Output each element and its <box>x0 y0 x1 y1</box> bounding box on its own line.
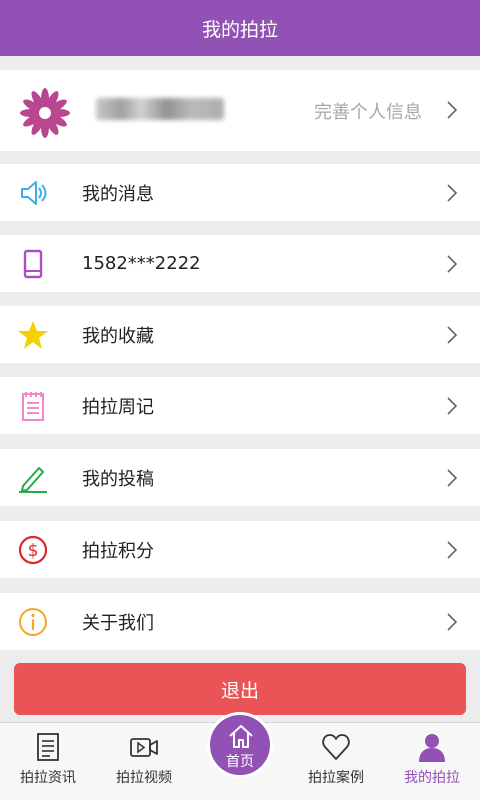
notepad-icon <box>16 390 50 422</box>
chevron-right-icon <box>447 469 458 487</box>
tab-home[interactable]: 首页 <box>207 712 273 778</box>
chevron-right-icon <box>447 541 458 559</box>
pencil-icon <box>16 462 50 494</box>
menu-label: 拍拉周记 <box>82 396 154 418</box>
chevron-right-icon <box>447 613 458 631</box>
tab-video[interactable]: 拍拉视频 <box>96 723 192 800</box>
video-icon <box>130 738 158 757</box>
speaker-icon <box>16 177 50 209</box>
news-icon <box>37 733 59 761</box>
menu-item-favorites[interactable]: 我的收藏 <box>0 306 480 363</box>
chevron-right-icon <box>447 255 458 273</box>
star-icon <box>16 319 50 351</box>
tab-label: 拍拉案例 <box>308 770 364 786</box>
avatar <box>20 88 70 138</box>
logout-label: 退出 <box>220 679 259 702</box>
chevron-right-icon <box>447 326 458 344</box>
svg-text:$: $ <box>28 541 39 561</box>
menu-label: 拍拉积分 <box>82 540 154 562</box>
menu-item-weekly[interactable]: 拍拉周记 <box>0 377 480 434</box>
user-icon <box>419 734 445 762</box>
menu-item-points[interactable]: $ 拍拉积分 <box>0 521 480 578</box>
complete-profile-hint: 完善个人信息 <box>314 102 422 123</box>
menu-item-phone[interactable]: 1582***2222 <box>0 235 480 292</box>
tab-cases[interactable]: 拍拉案例 <box>288 723 384 800</box>
menu-label: 我的收藏 <box>82 325 154 347</box>
dollar-icon: $ <box>16 534 50 566</box>
menu-label: 1582***2222 <box>82 253 201 274</box>
tab-label: 拍拉视频 <box>116 770 172 786</box>
chevron-right-icon <box>447 101 458 119</box>
heart-icon <box>322 734 350 760</box>
chevron-right-icon <box>447 184 458 202</box>
app-header: 我的拍拉 <box>0 0 480 56</box>
page-title: 我的拍拉 <box>201 18 278 41</box>
logout-button[interactable]: 退出 <box>14 663 466 715</box>
tab-label: 拍拉资讯 <box>20 770 76 786</box>
menu-label: 我的投稿 <box>82 468 154 490</box>
info-icon <box>16 606 50 638</box>
phone-icon <box>16 248 50 280</box>
tab-my[interactable]: 我的拍拉 <box>384 723 480 800</box>
profile-name-blurred <box>96 98 224 120</box>
tab-label: 我的拍拉 <box>404 770 460 786</box>
menu-item-submissions[interactable]: 我的投稿 <box>0 449 480 506</box>
chevron-right-icon <box>447 397 458 415</box>
home-icon <box>229 725 253 748</box>
profile-row[interactable]: 完善个人信息 <box>0 70 480 151</box>
tab-label: 首页 <box>226 754 254 770</box>
menu-item-about[interactable]: 关于我们 <box>0 593 480 650</box>
menu-item-messages[interactable]: 我的消息 <box>0 164 480 221</box>
menu-label: 我的消息 <box>82 183 154 205</box>
menu-label: 关于我们 <box>82 612 154 634</box>
tab-news[interactable]: 拍拉资讯 <box>0 723 96 800</box>
